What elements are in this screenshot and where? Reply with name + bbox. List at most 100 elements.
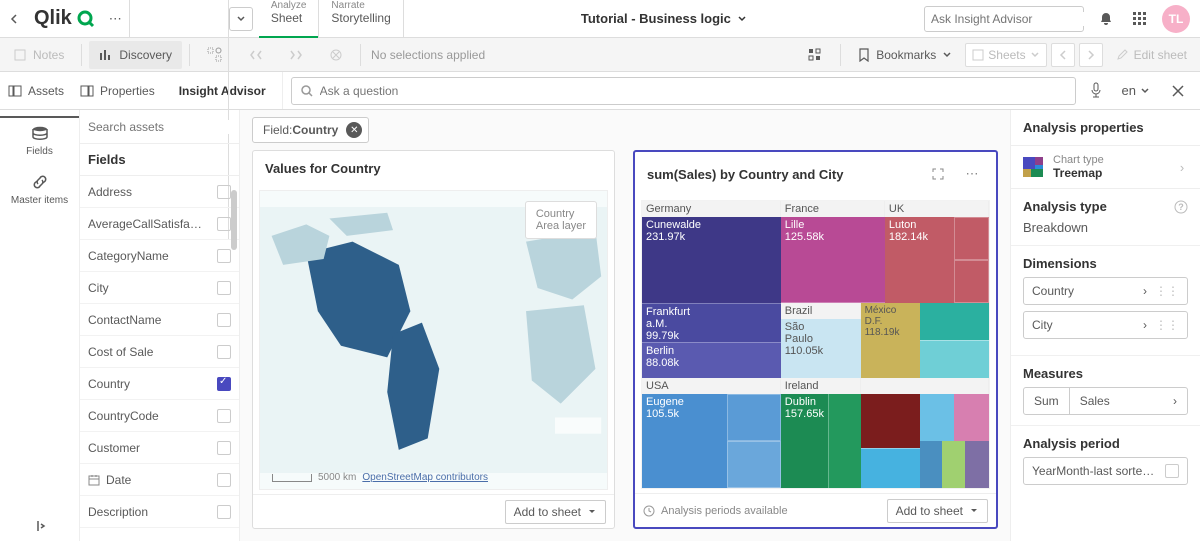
apps-grid-icon[interactable]	[1128, 7, 1152, 31]
step-back-button[interactable]	[239, 41, 273, 69]
field-row[interactable]: Description	[80, 496, 239, 528]
drag-handle-icon[interactable]: ⋮⋮	[1155, 318, 1179, 332]
chart-type-row[interactable]: Chart type Treemap ›	[1011, 146, 1200, 189]
field-row[interactable]: Customer	[80, 432, 239, 464]
database-icon	[30, 126, 50, 142]
field-row[interactable]: CountryCode	[80, 400, 239, 432]
svg-text:?: ?	[1178, 202, 1184, 212]
notifications-icon[interactable]	[1094, 7, 1118, 31]
checkbox[interactable]	[217, 313, 231, 327]
checkbox[interactable]	[217, 441, 231, 455]
language-selector[interactable]: en	[1116, 83, 1156, 98]
field-row[interactable]: ContactName	[80, 304, 239, 336]
checkbox[interactable]	[217, 281, 231, 295]
edit-sheet-button[interactable]: Edit sheet	[1106, 41, 1197, 69]
card-map: Values for Country Country Area layer	[252, 150, 615, 529]
caret-down-icon	[587, 507, 597, 517]
analysis-canvas: Field:Country ✕ Values for Country Count…	[240, 110, 1010, 541]
nav-prepare-dropdown[interactable]	[229, 7, 253, 31]
logo: Qlik	[28, 7, 102, 30]
prev-sheet-button[interactable]	[1051, 43, 1075, 67]
field-row[interactable]: Country	[80, 368, 239, 400]
step-forward-button[interactable]	[279, 41, 313, 69]
help-icon[interactable]: ?	[1174, 200, 1188, 214]
fields-header: Fields	[80, 144, 239, 176]
field-row[interactable]: City	[80, 272, 239, 304]
assets-toggle[interactable]: Assets	[0, 72, 72, 109]
app-menu-button[interactable]: ⋯	[102, 0, 130, 37]
user-avatar[interactable]: TL	[1162, 5, 1190, 33]
search-assets[interactable]	[80, 110, 239, 144]
checkbox[interactable]	[217, 409, 231, 423]
field-row[interactable]: CategoryName	[80, 240, 239, 272]
insight-search[interactable]	[924, 6, 1084, 32]
fields-list: AddressAverageCallSatisfa…CategoryNameCi…	[80, 176, 239, 541]
analysis-properties-panel: Analysis properties Chart type Treemap ›…	[1010, 110, 1200, 541]
checkbox[interactable]	[217, 217, 231, 231]
dimension-country[interactable]: Country › ⋮⋮	[1023, 277, 1188, 305]
chevron-right-icon: ›	[1143, 318, 1147, 332]
field-row[interactable]: AverageCallSatisfa…	[80, 208, 239, 240]
bookmark-icon	[858, 48, 870, 62]
field-chip[interactable]: Field:Country ✕	[252, 117, 369, 143]
question-input[interactable]	[320, 84, 1067, 98]
bookmarks-button[interactable]: Bookmarks	[848, 41, 962, 69]
question-input-wrap[interactable]	[291, 77, 1076, 105]
checkbox[interactable]	[217, 185, 231, 199]
measures-section: Measures Sum Sales›	[1011, 356, 1200, 426]
app-title[interactable]: Tutorial - Business logic	[404, 11, 924, 26]
fullscreen-button[interactable]	[926, 162, 950, 186]
card-map-title: Values for Country	[265, 161, 381, 176]
map-legend: Country Area layer	[525, 201, 597, 239]
measure-sales[interactable]: Sum Sales›	[1023, 387, 1188, 415]
analysis-period-pill[interactable]: YearMonth-last sorte…	[1023, 457, 1188, 485]
clear-selections-button[interactable]	[319, 41, 353, 69]
notes-button[interactable]: Notes	[3, 41, 74, 69]
main-area: Fields Master items Fields AddressAverag…	[0, 110, 1200, 541]
back-button[interactable]	[0, 0, 28, 37]
nav-analyze[interactable]: Analyze Sheet	[259, 0, 320, 37]
treemap-icon	[1023, 157, 1043, 177]
checkbox[interactable]	[217, 473, 231, 487]
rail-master-items[interactable]: Master items	[0, 165, 79, 214]
field-row[interactable]: Date	[80, 464, 239, 496]
nav-narrate[interactable]: Narrate Storytelling	[319, 0, 403, 37]
treemap-chart[interactable]: Germany France UK Cunewalde231.97k Lille…	[641, 200, 990, 489]
chevron-right-icon: ›	[1143, 284, 1147, 298]
next-sheet-button[interactable]	[1079, 43, 1103, 67]
caret-down-icon	[969, 506, 979, 516]
analysis-type-value: Breakdown	[1023, 220, 1188, 235]
rail-collapse[interactable]	[0, 511, 79, 541]
checkbox[interactable]	[217, 345, 231, 359]
map-chart[interactable]: Country Area layer	[259, 190, 608, 490]
link-icon	[31, 173, 49, 191]
top-bar: Qlik ⋯ Prepare Logical model Analyze She…	[0, 0, 1200, 38]
field-row[interactable]: Cost of Sale	[80, 336, 239, 368]
chevron-right-icon[interactable]: ›	[1176, 160, 1188, 175]
map-scale: 5000 km OpenStreetMap contributors	[272, 472, 488, 483]
checkbox[interactable]	[1165, 464, 1179, 478]
card-menu-button[interactable]: ⋯	[960, 162, 984, 186]
insight-search-input[interactable]	[931, 12, 1086, 26]
clock-icon	[643, 505, 655, 517]
dimension-city[interactable]: City › ⋮⋮	[1023, 311, 1188, 339]
sheets-dropdown[interactable]: Sheets	[965, 43, 1046, 67]
mic-button[interactable]	[1084, 79, 1108, 103]
checkbox[interactable]	[217, 249, 231, 263]
search-assets-input[interactable]	[88, 120, 231, 134]
field-row[interactable]: Address	[80, 176, 239, 208]
chip-remove-icon[interactable]: ✕	[346, 122, 362, 138]
close-insight-button[interactable]	[1164, 84, 1192, 98]
add-to-sheet-button[interactable]: Add to sheet	[887, 499, 988, 523]
scrollbar[interactable]	[231, 190, 237, 250]
left-rail: Fields Master items	[0, 110, 80, 541]
analysis-period-section: Analysis period YearMonth-last sorte…	[1011, 426, 1200, 501]
checkbox[interactable]	[217, 505, 231, 519]
selections-tool-button[interactable]	[797, 41, 833, 69]
rail-fields[interactable]: Fields	[0, 116, 79, 165]
dimensions-section: Dimensions Country › ⋮⋮ City › ⋮⋮	[1011, 246, 1200, 356]
checkbox[interactable]	[217, 377, 231, 391]
analysis-type-section: Analysis type ? Breakdown	[1011, 189, 1200, 246]
add-to-sheet-button[interactable]: Add to sheet	[505, 500, 606, 524]
drag-handle-icon[interactable]: ⋮⋮	[1155, 284, 1179, 298]
